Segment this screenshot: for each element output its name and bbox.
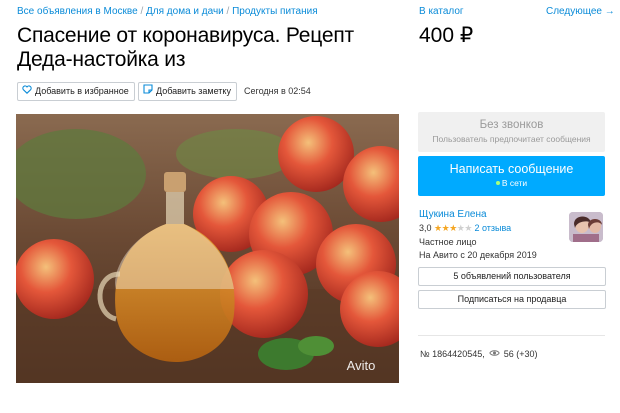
heart-icon — [22, 83, 32, 100]
star-filled-icon: ★ — [434, 223, 442, 233]
eye-icon — [489, 349, 500, 359]
breadcrumb: Все объявления в Москве / Для дома и дач… — [17, 6, 318, 17]
listing-price: 400 ₽ — [419, 24, 474, 47]
no-calls-subtitle: Пользователь предпочитает сообщения — [432, 134, 591, 144]
write-message-label: Написать сообщение — [449, 162, 574, 176]
next-listing-link[interactable]: Следующее → — [546, 6, 615, 17]
rating-stars-icon: ★★★★★ — [434, 223, 472, 233]
star-empty-icon: ★ — [464, 223, 472, 233]
catalog-link[interactable]: В каталог — [419, 6, 464, 17]
breadcrumb-separator: / — [140, 6, 144, 17]
listing-photo[interactable]: Avito — [16, 114, 399, 383]
write-message-button[interactable]: Написать сообщение В сети — [418, 156, 605, 196]
no-calls-notice: Без звонков Пользователь предпочитает со… — [418, 112, 605, 152]
breadcrumb-home-garden[interactable]: Для дома и дачи — [146, 6, 224, 17]
posted-time: Сегодня в 02:54 — [244, 86, 311, 96]
ad-meta: № 1864420545, 56 (+30) — [420, 349, 538, 359]
breadcrumb-all-ads[interactable]: Все объявления в Москве — [17, 6, 138, 17]
divider — [418, 335, 605, 336]
online-dot-icon — [495, 181, 500, 185]
add-to-favorites-label: Добавить в избранное — [35, 86, 129, 96]
ad-views: 56 (+30) — [503, 349, 538, 359]
no-calls-title: Без звонков — [479, 119, 544, 131]
seller-listings-button[interactable]: 5 объявлений пользователя — [418, 267, 606, 286]
seller-type: Частное лицо — [419, 237, 477, 247]
avito-watermark: Avito — [347, 358, 376, 373]
add-to-favorites-button[interactable]: Добавить в избранное — [17, 82, 135, 101]
online-status-label: В сети — [501, 178, 528, 188]
online-status: В сети — [418, 178, 605, 188]
listing-title: Спасение от коронавируса. Рецепт Деда-на… — [17, 24, 354, 71]
add-note-label: Добавить заметку — [156, 86, 231, 96]
seller-info: Щукина Елена 3,0 ★★★★★ 2 отзыва Частное … — [419, 209, 569, 260]
breadcrumb-food[interactable]: Продукты питания — [232, 6, 318, 17]
seller-avatar[interactable] — [569, 212, 603, 242]
star-filled-icon: ★ — [449, 223, 457, 233]
seller-since: На Авито с 20 декабря 2019 — [419, 250, 537, 260]
breadcrumb-separator: / — [226, 6, 230, 17]
subscribe-seller-button[interactable]: Подписаться на продавца — [418, 290, 606, 309]
note-icon — [143, 83, 153, 100]
seller-name-link[interactable]: Щукина Елена — [419, 209, 487, 220]
seller-reviews-link[interactable]: 2 отзыва — [474, 223, 511, 233]
seller-rating: 3,0 — [419, 223, 432, 233]
add-note-button[interactable]: Добавить заметку — [138, 82, 237, 101]
ad-id: № 1864420545, — [420, 349, 485, 359]
